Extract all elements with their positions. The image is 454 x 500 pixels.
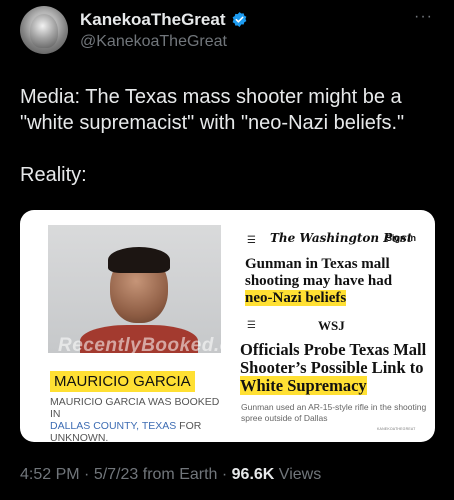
mugshot-photo: RecentlyBooked.com — [48, 225, 221, 353]
mugshot-watermark: RecentlyBooked.com — [58, 335, 221, 353]
user-display-name[interactable]: KanekoaTheGreat — [80, 10, 226, 30]
tweet-line: Reality: — [20, 164, 87, 186]
wsj-subtitle: Gunman used an AR-15-style rifle in the … — [241, 402, 427, 423]
user-handle[interactable]: @KanekoaTheGreat — [80, 33, 227, 51]
tweet-line: Media: The Texas mass shooter might be a — [20, 86, 402, 108]
tweet-text: Media: The Texas mass shooter might be a… — [20, 84, 440, 188]
name-label: MAURICIO GARCIA — [50, 371, 195, 392]
wsj-headline: Officials Probe Texas Mall Shooter’s Pos… — [240, 340, 427, 395]
more-dots-icon[interactable]: ··· — [414, 8, 433, 26]
tweet-time[interactable]: 4:52 PM — [20, 466, 80, 483]
tweet-meta: 4:52 PM · 5/7/23 from Earth · 96.6K View… — [20, 466, 322, 483]
menu-icon: ☰ — [247, 235, 256, 246]
verified-badge-icon — [232, 12, 247, 27]
sign-in-label: Sign in — [386, 233, 416, 243]
menu-icon: ☰ — [247, 320, 256, 331]
attached-image[interactable]: RecentlyBooked.com MAURICIO GARCIA MAURI… — [20, 210, 435, 442]
views-count: 96.6K — [231, 466, 275, 483]
views-label: Views — [274, 466, 322, 483]
tweet-date[interactable]: 5/7/23 from Earth — [94, 466, 218, 483]
wsj-logo: WSJ — [318, 318, 345, 333]
tweet-line: "white supremacist" with "neo-Nazi belie… — [20, 112, 405, 134]
image-credit: KANEKOATHEGREAT — [377, 427, 416, 431]
wapo-headline: Gunman in Texas mall shooting may have h… — [245, 256, 393, 306]
avatar-image — [30, 14, 58, 48]
avatar[interactable] — [20, 6, 68, 54]
booking-caption: MAURICIO GARCIA WAS BOOKED IN DALLAS COU… — [50, 396, 220, 442]
